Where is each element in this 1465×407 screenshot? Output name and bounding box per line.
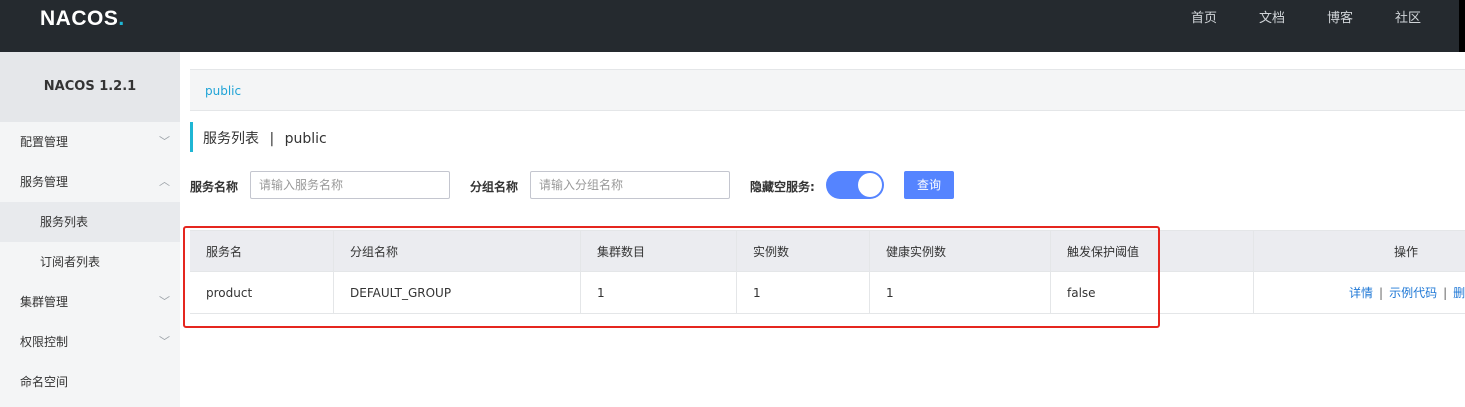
sidebar-item-subscribers[interactable]: 订阅者列表 xyxy=(0,242,180,282)
sidebar-title: NACOS 1.2.1 xyxy=(0,52,180,122)
sidebar-item-service[interactable]: 服务管理 ︿ xyxy=(0,162,180,202)
page-title-separator: | xyxy=(269,131,275,147)
chevron-down-icon: ﹀ xyxy=(159,295,170,308)
page-title: 服务列表 | public xyxy=(190,122,327,152)
sidebar-item-auth[interactable]: 权限控制 ﹀ xyxy=(0,322,180,362)
sample-code-link[interactable]: 示例代码 xyxy=(1389,286,1437,300)
column-header-actions: 操作 xyxy=(1253,231,1465,273)
logo-text: NACOS xyxy=(40,7,119,30)
highlight-box xyxy=(183,226,1160,328)
nav-docs[interactable]: 文档 xyxy=(1259,0,1285,40)
logo-dot: . xyxy=(118,7,125,30)
nacos-logo[interactable]: NACOS. xyxy=(40,7,125,31)
delete-link[interactable]: 删除 xyxy=(1453,286,1465,300)
sidebar-item-namespace[interactable]: 命名空间 xyxy=(0,362,180,402)
sidebar-item-label: 服务列表 xyxy=(40,215,89,229)
chevron-up-icon: ︿ xyxy=(159,175,170,188)
sidebar: NACOS 1.2.1 配置管理 ﹀ 服务管理 ︿ 服务列表 订阅者列表 集群管… xyxy=(0,52,180,407)
topbar-edge xyxy=(1459,0,1465,52)
hide-empty-toggle[interactable] xyxy=(826,171,884,199)
top-navbar: NACOS. 首页 文档 博客 社区 xyxy=(0,0,1465,52)
service-name-input[interactable] xyxy=(250,171,450,199)
sidebar-item-label: 命名空间 xyxy=(20,375,69,389)
sidebar-item-service-list[interactable]: 服务列表 xyxy=(0,202,180,242)
group-name-label: 分组名称 xyxy=(470,180,519,194)
action-separator: | xyxy=(1443,286,1448,300)
sidebar-item-label: 权限控制 xyxy=(20,335,69,349)
chevron-down-icon: ﹀ xyxy=(159,135,170,148)
sidebar-item-config[interactable]: 配置管理 ﹀ xyxy=(0,122,180,162)
chevron-down-icon: ﹀ xyxy=(159,335,170,348)
nav-blog[interactable]: 博客 xyxy=(1327,0,1353,40)
action-separator: | xyxy=(1379,286,1384,300)
sidebar-item-label: 集群管理 xyxy=(20,295,69,309)
namespace-bar: public xyxy=(190,69,1465,111)
service-name-label: 服务名称 xyxy=(190,180,239,194)
sidebar-item-label: 订阅者列表 xyxy=(40,255,101,269)
cell-actions: 详情 | 示例代码 | 删除 xyxy=(1253,272,1465,314)
page-title-text: 服务列表 xyxy=(203,131,259,147)
nav-community[interactable]: 社区 xyxy=(1395,0,1421,40)
group-name-input[interactable] xyxy=(530,171,730,199)
sidebar-item-cluster[interactable]: 集群管理 ﹀ xyxy=(0,282,180,322)
query-button[interactable]: 查询 xyxy=(904,171,954,199)
sidebar-item-label: 服务管理 xyxy=(20,175,69,189)
page-title-namespace: public xyxy=(284,131,327,147)
hide-empty-label: 隐藏空服务: xyxy=(750,180,815,194)
sidebar-item-label: 配置管理 xyxy=(20,135,69,149)
nav-home[interactable]: 首页 xyxy=(1191,0,1217,40)
namespace-link-public[interactable]: public xyxy=(205,84,241,98)
toggle-knob xyxy=(858,173,882,197)
detail-link[interactable]: 详情 xyxy=(1349,286,1373,300)
